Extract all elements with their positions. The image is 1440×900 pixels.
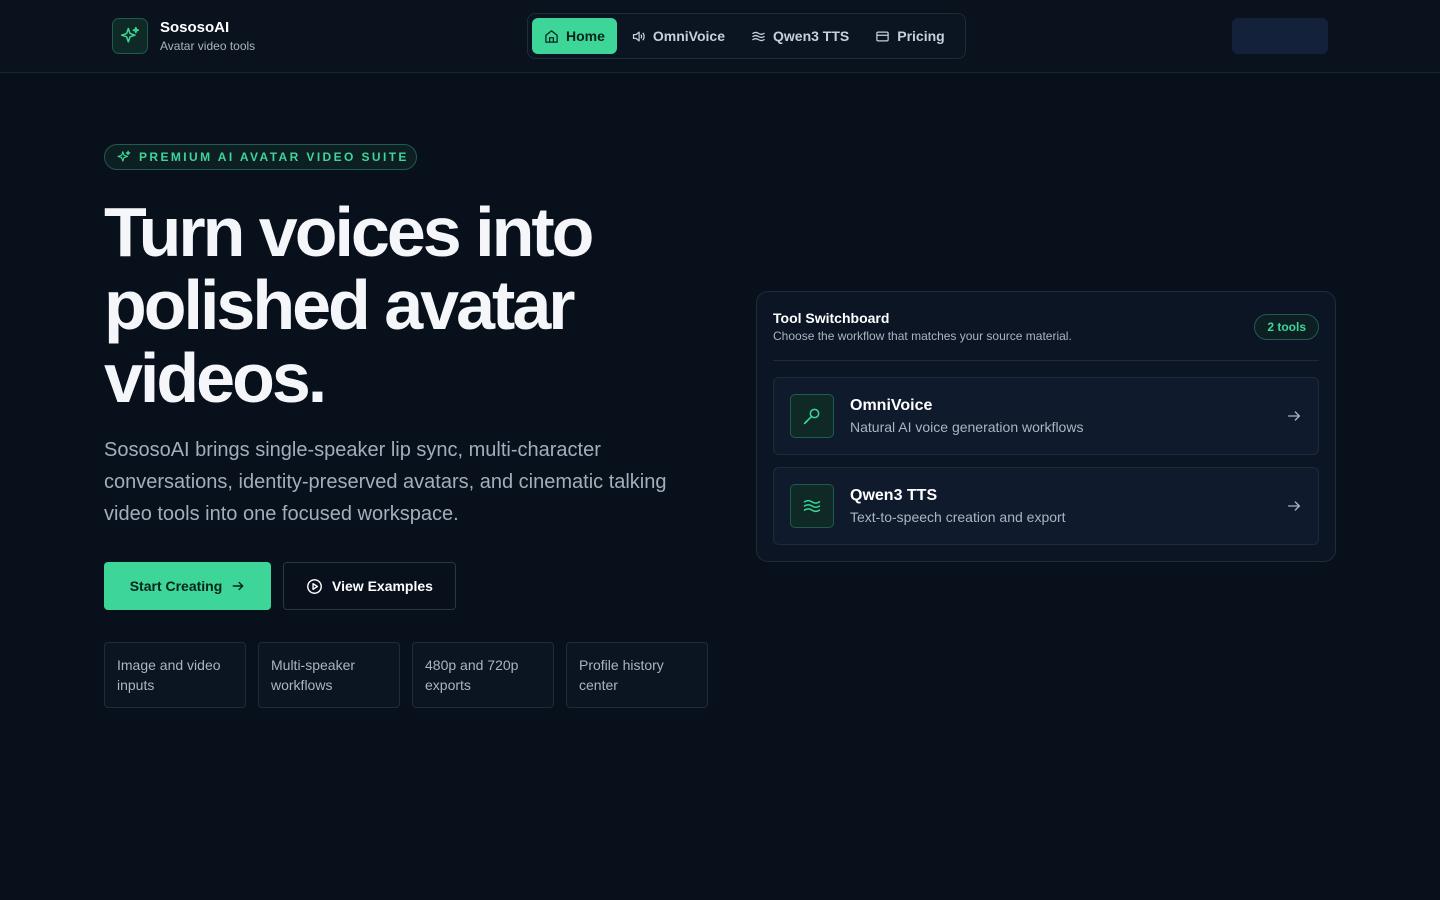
home-icon <box>545 29 558 43</box>
sparkle-icon <box>112 18 148 54</box>
feature-chip: Image and video inputs <box>104 642 246 708</box>
main-nav: Home OmniVoice Qwen3 TTS Pricing <box>527 13 966 59</box>
brand-tagline: Avatar video tools <box>160 39 256 53</box>
microphone-icon <box>790 394 834 438</box>
switchboard-subtitle: Choose the workflow that matches your so… <box>773 329 1072 343</box>
start-creating-label: Start Creating <box>129 578 223 594</box>
tool-switchboard: Tool Switchboard Choose the workflow tha… <box>756 291 1336 562</box>
arrow-right-icon <box>232 581 244 591</box>
play-circle-icon <box>307 578 322 594</box>
nav-item-omnivoice[interactable]: OmniVoice <box>619 18 737 54</box>
hero-description: SososoAI brings single-speaker lip sync,… <box>104 439 667 525</box>
nav-item-pricing[interactable]: Pricing <box>863 18 956 54</box>
divider <box>773 360 1319 361</box>
switchboard-title: Tool Switchboard <box>773 310 890 326</box>
nav-item-qwen3-tts[interactable]: Qwen3 TTS <box>739 18 861 54</box>
tool-card-omnivoice[interactable]: OmniVoice Natural AI voice generation wo… <box>773 377 1319 455</box>
feature-chip: Profile history center <box>566 642 708 708</box>
brand[interactable]: SososoAI Avatar video tools <box>112 18 255 54</box>
tool-count-badge: 2 tools <box>1254 314 1319 340</box>
waves-icon <box>752 31 765 41</box>
tool-name: OmniVoice <box>850 397 933 414</box>
arrow-right-icon <box>1288 501 1300 511</box>
tool-description: Text-to-speech creation and export <box>850 509 1066 525</box>
view-examples-label: View Examples <box>332 578 433 594</box>
hero-badge-text: PREMIUM AI AVATAR VIDEO SUITE <box>139 150 409 164</box>
start-creating-button[interactable]: Start Creating <box>104 562 271 610</box>
brand-name: SososoAI <box>160 19 230 36</box>
sparkle-icon <box>117 150 131 162</box>
hero-headline: Turn voices into polished avatar videos. <box>104 193 594 417</box>
nav-item-label: Qwen3 TTS <box>773 28 850 44</box>
hero-badge: PREMIUM AI AVATAR VIDEO SUITE <box>104 144 417 170</box>
speaker-icon <box>632 31 645 41</box>
nav-item-label: Home <box>566 28 605 44</box>
tool-card-qwen3-tts[interactable]: Qwen3 TTS Text-to-speech creation and ex… <box>773 467 1319 545</box>
nav-item-home[interactable]: Home <box>532 18 617 54</box>
nav-item-label: Pricing <box>897 28 945 44</box>
account-button[interactable] <box>1232 18 1328 54</box>
waves-icon <box>790 484 834 528</box>
feature-chip: Multi-speaker workflows <box>258 642 400 708</box>
view-examples-button[interactable]: View Examples <box>283 562 456 610</box>
card-icon <box>876 31 889 41</box>
nav-item-label: OmniVoice <box>652 28 725 44</box>
tool-name: Qwen3 TTS <box>850 487 938 504</box>
tool-description: Natural AI voice generation workflows <box>850 419 1084 435</box>
feature-chip: 480p and 720p exports <box>412 642 554 708</box>
arrow-right-icon <box>1288 411 1300 421</box>
top-header: SososoAI Avatar video tools Home OmniVoi… <box>0 0 1440 73</box>
